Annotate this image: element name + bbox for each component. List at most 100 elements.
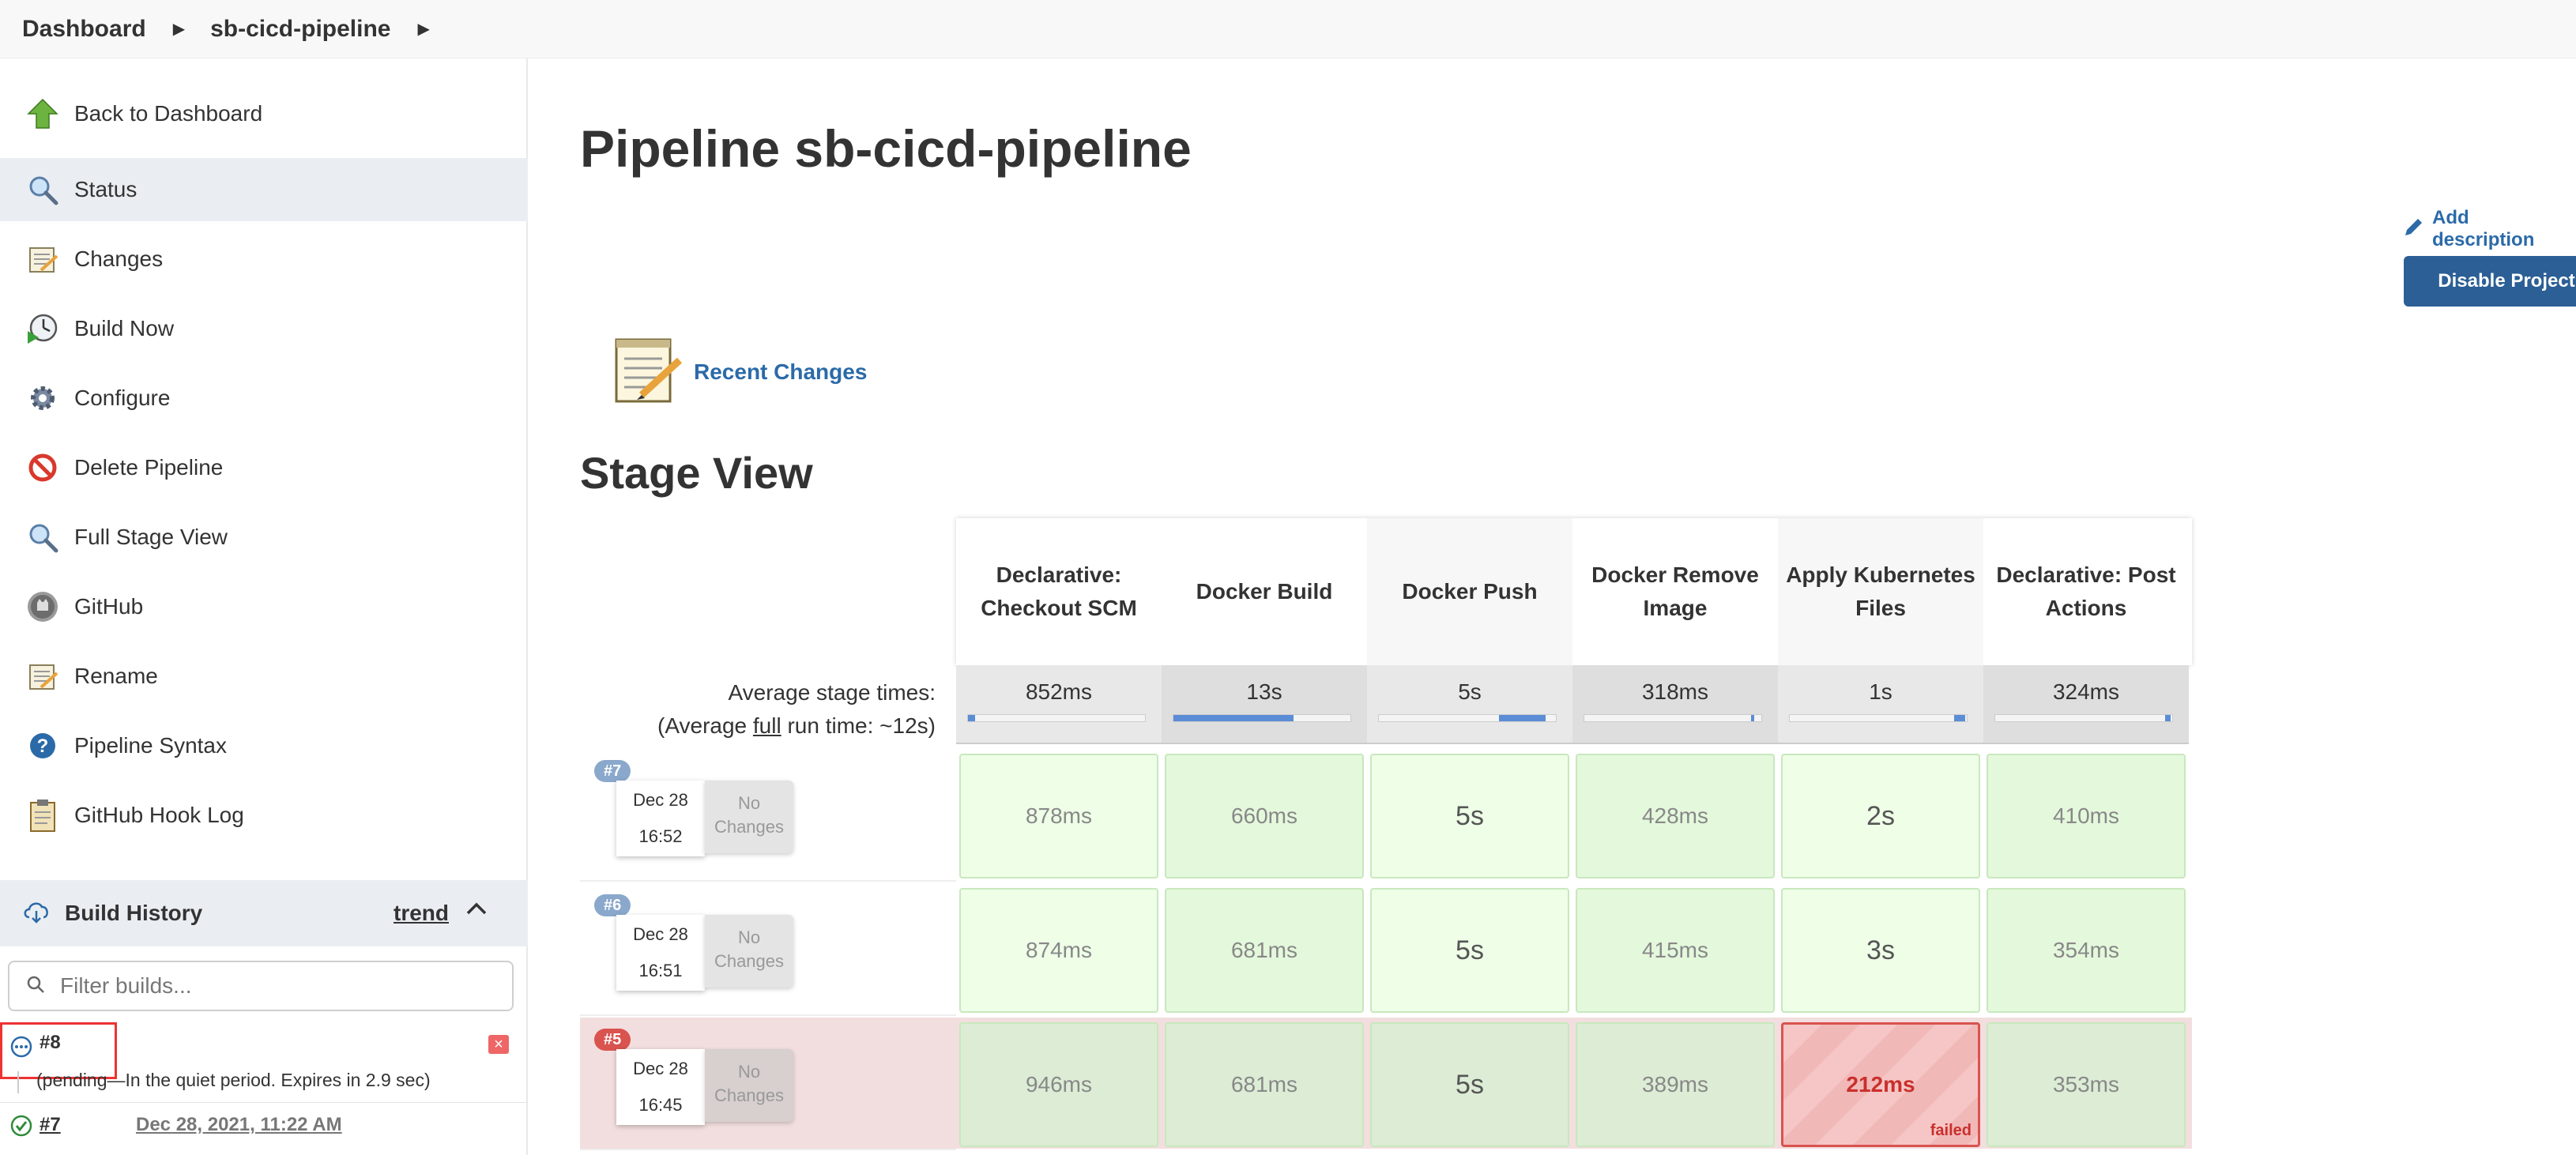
stage-duration: 874ms: [1025, 938, 1093, 962]
stage-duration: 3s: [1866, 935, 1895, 965]
build-date-box: Dec 28 16:51: [616, 915, 705, 991]
stage-cell[interactable]: 946ms: [959, 1022, 1158, 1147]
sidebar-item-label: GitHub: [74, 594, 144, 619]
stage-cell[interactable]: 5s: [1370, 1022, 1569, 1147]
sidebar-item-rename[interactable]: Rename: [0, 645, 528, 708]
average-time-progress-fill: [1499, 715, 1546, 721]
breadcrumb-separator-icon[interactable]: ▶: [173, 19, 185, 39]
average-stage-time-cell: 324ms: [1983, 665, 2189, 744]
stage-duration: 389ms: [1641, 1072, 1709, 1097]
recent-changes-link[interactable]: Recent Changes: [610, 332, 867, 412]
notepad-icon: [25, 242, 60, 277]
stage-duration: 660ms: [1230, 803, 1298, 828]
stage-cell[interactable]: 389ms: [1576, 1022, 1775, 1147]
build-changes-box[interactable]: No Changes: [705, 915, 793, 988]
breadcrumb-pipeline[interactable]: sb-cicd-pipeline: [210, 16, 390, 43]
average-time-progress-bar: [1789, 714, 1968, 722]
disable-project-button[interactable]: Disable Project: [2404, 256, 2576, 307]
build-history-row[interactable]: #7 Dec 28, 2021, 11:22 AM: [0, 1104, 528, 1152]
stage-cell[interactable]: 353ms: [1987, 1022, 2186, 1147]
sidebar-item-back-to-dashboard[interactable]: Back to Dashboard: [0, 82, 528, 145]
build-changes-box[interactable]: No Changes: [705, 1049, 793, 1122]
sidebar-item-full-stage-view[interactable]: Full Stage View: [0, 506, 528, 569]
build-number[interactable]: #8: [40, 1032, 61, 1054]
build-row-label[interactable]: #7 Dec 28 16:52 No Changes: [580, 751, 956, 882]
up-arrow-icon: [25, 96, 60, 131]
stage-cell[interactable]: 681ms: [1165, 1022, 1364, 1147]
sidebar-item-github-hook-log[interactable]: GitHub Hook Log: [0, 784, 528, 847]
sidebar-item-changes[interactable]: Changes: [0, 228, 528, 291]
stage-cell[interactable]: 3s: [1781, 888, 1980, 1013]
average-stage-time: 852ms: [1025, 679, 1093, 704]
chevron-up-icon[interactable]: [466, 902, 487, 919]
stage-view-title: Stage View: [580, 448, 813, 498]
filter-builds-input[interactable]: [60, 973, 487, 999]
stage-cell-failed[interactable]: 212ms failed: [1781, 1022, 1980, 1147]
build-date: Dec 28: [633, 790, 688, 810]
github-icon: [25, 589, 60, 624]
sidebar-item-github[interactable]: GitHub: [0, 575, 528, 638]
pending-status-icon: [9, 1035, 33, 1063]
clock-play-icon: [25, 311, 60, 346]
build-date-box: Dec 28 16:45: [616, 1049, 705, 1125]
stage-cell[interactable]: 428ms: [1576, 754, 1775, 878]
sidebar-item-label: Build Now: [74, 316, 175, 340]
build-number[interactable]: #7: [40, 1114, 61, 1136]
average-stage-time: 5s: [1458, 679, 1482, 704]
build-badge[interactable]: #7: [594, 760, 631, 782]
stage-cell[interactable]: 681ms: [1165, 888, 1364, 1013]
average-time-progress-bar: [1378, 714, 1557, 722]
stage-header: Docker Push: [1367, 518, 1572, 665]
stage-cell[interactable]: 415ms: [1576, 888, 1775, 1013]
stage-duration: 428ms: [1641, 803, 1709, 828]
breadcrumb: Dashboard ▶ sb-cicd-pipeline ▶: [0, 0, 2576, 58]
stage-cell[interactable]: 5s: [1370, 888, 1569, 1013]
filter-builds-field[interactable]: [8, 961, 514, 1011]
average-times-label: Average stage times: (Average full run t…: [580, 676, 936, 743]
build-badge[interactable]: #5: [594, 1029, 631, 1051]
average-time-progress-bar: [967, 714, 1146, 722]
stage-cell[interactable]: 2s: [1781, 754, 1980, 878]
page-title: Pipeline sb-cicd-pipeline: [580, 119, 1192, 178]
stage-cell[interactable]: 5s: [1370, 754, 1569, 878]
sidebar-item-build-now[interactable]: Build Now: [0, 297, 528, 360]
build-row-label[interactable]: #5 Dec 28 16:45 No Changes: [580, 1019, 956, 1150]
sidebar-item-label: Delete Pipeline: [74, 455, 224, 480]
sidebar-item-pipeline-syntax[interactable]: ? Pipeline Syntax: [0, 714, 528, 777]
breadcrumb-separator-icon[interactable]: ▶: [417, 19, 429, 39]
svg-text:?: ?: [37, 736, 49, 757]
stage-cell[interactable]: 874ms: [959, 888, 1158, 1013]
notepad-icon: [610, 332, 686, 412]
cancel-build-icon[interactable]: ×: [488, 1035, 509, 1054]
sidebar-item-status[interactable]: Status: [0, 158, 528, 221]
sidebar-item-delete-pipeline[interactable]: Delete Pipeline: [0, 436, 528, 499]
breadcrumb-dashboard[interactable]: Dashboard: [22, 16, 146, 43]
sidebar-item-configure[interactable]: Configure: [0, 367, 528, 430]
recent-changes-label: Recent Changes: [694, 359, 868, 384]
add-description-link[interactable]: Add description: [2402, 207, 2576, 251]
full-link[interactable]: full: [753, 713, 781, 738]
build-date-link[interactable]: Dec 28, 2021, 11:22 AM: [136, 1114, 342, 1136]
average-time-progress-bar: [1173, 714, 1351, 722]
stage-duration: 354ms: [2052, 938, 2120, 962]
average-stage-time-cell: 13s: [1162, 665, 1367, 744]
average-stage-time: 1s: [1869, 679, 1892, 704]
build-row-label[interactable]: #6 Dec 28 16:51 No Changes: [580, 885, 956, 1016]
average-stage-time-cell: 318ms: [1572, 665, 1778, 744]
stage-duration: 878ms: [1025, 803, 1093, 828]
build-history-row[interactable]: #8 × (pending—In the quiet period. Expir…: [0, 1021, 528, 1103]
stage-cell[interactable]: 878ms: [959, 754, 1158, 878]
average-run-time-text: (Average full run time: ~12s): [657, 713, 936, 738]
build-changes-box[interactable]: No Changes: [705, 781, 793, 853]
stage-cell[interactable]: 354ms: [1987, 888, 2186, 1013]
build-badge[interactable]: #6: [594, 894, 631, 916]
sidebar-item-label: Pipeline Syntax: [74, 733, 228, 758]
average-stage-time: 324ms: [2052, 679, 2120, 704]
gear-icon: [25, 381, 60, 416]
stage-header: Declarative: Checkout SCM: [981, 562, 1137, 620]
stage-cell[interactable]: 660ms: [1165, 754, 1364, 878]
build-time: 16:52: [638, 826, 683, 846]
average-stage-time-cell: 5s: [1367, 665, 1572, 744]
stage-cell[interactable]: 410ms: [1987, 754, 2186, 878]
trend-link[interactable]: trend: [394, 901, 449, 926]
